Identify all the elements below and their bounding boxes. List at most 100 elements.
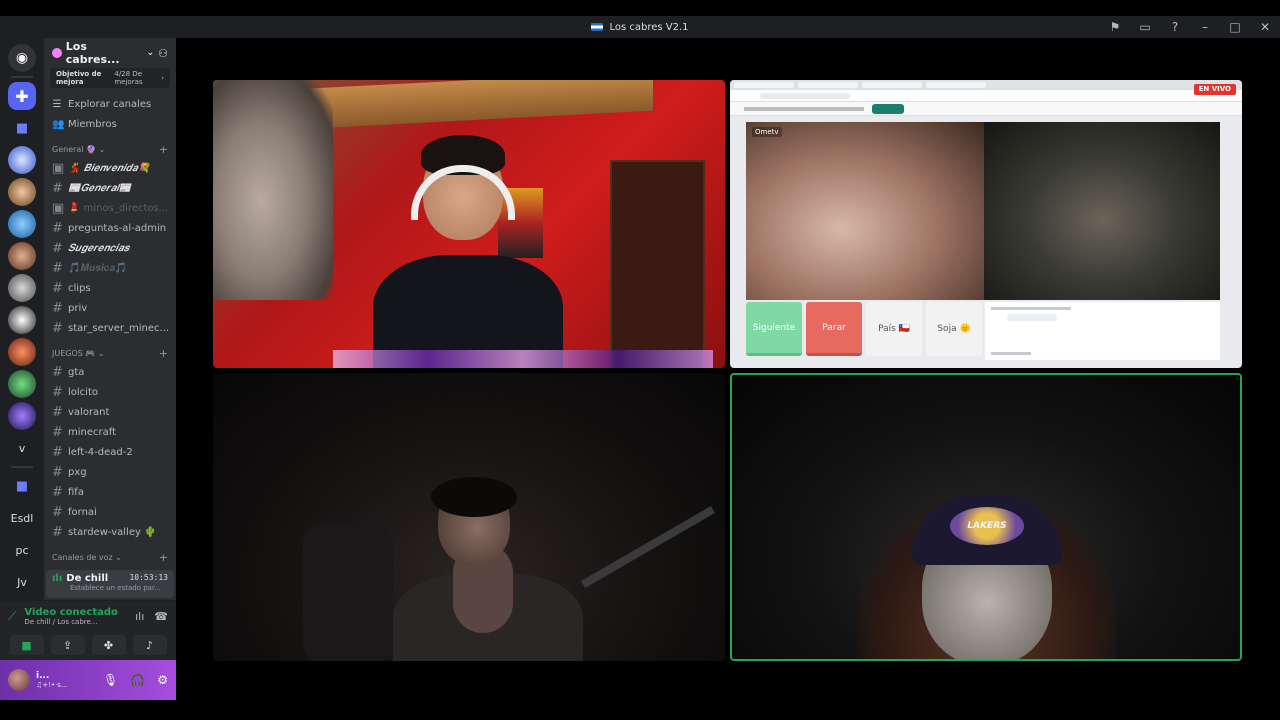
server-text-esdl[interactable]: Esdl (4, 504, 40, 532)
noise-suppression-icon[interactable]: ılı (135, 610, 144, 623)
category-juegos[interactable]: JUEGOS 🎮 ⌄ + (44, 344, 176, 362)
disconnect-icon[interactable]: ☎ (154, 610, 168, 623)
hash-icon: # (52, 384, 63, 400)
minimize-icon[interactable]: – (1190, 20, 1220, 34)
category-voz[interactable]: Canales de voz ⌄ + (44, 548, 176, 566)
channel-fifa[interactable]: # fifa (44, 482, 176, 502)
hash-icon: # (52, 300, 63, 316)
category-voz-label: Canales de voz (52, 552, 113, 562)
inbox-icon[interactable]: ▭ (1130, 20, 1160, 34)
folder-icon[interactable]: ■ (8, 114, 36, 142)
maximize-icon[interactable]: □ (1220, 20, 1250, 34)
channel-musica[interactable]: # 🎵𝑴𝒖𝒔𝒊𝒄𝒂🎵 (44, 258, 176, 278)
channel-general[interactable]: # 📰𝑮𝒆𝒏𝒆𝒓𝒂𝒍📰 (44, 178, 176, 198)
channel-label: 💄 minos_directos... (68, 202, 169, 214)
explore-channels[interactable]: ☰ Explorar canales (44, 94, 176, 114)
voice-channel-status[interactable]: Establece un estado par... (70, 584, 168, 592)
channel-label: fornai (68, 506, 97, 518)
rules-icon: ▣ (52, 160, 65, 176)
video-tile-1[interactable] (213, 80, 725, 368)
channel-preguntas[interactable]: # preguntas-al-admin (44, 218, 176, 238)
server-text-jv[interactable]: Jv (4, 568, 40, 596)
add-friend-server-icon[interactable]: ✚ (8, 82, 36, 110)
mic-arm (581, 506, 715, 588)
channel-star-server[interactable]: # star_server_minec... (44, 318, 176, 338)
hash-icon: # (52, 484, 63, 500)
channel-fornai[interactable]: # fornai (44, 502, 176, 522)
channel-label: 📰𝑮𝒆𝒏𝒆𝒓𝒂𝒍📰 (68, 182, 132, 194)
channel-left-4-dead-2[interactable]: # left-4-dead-2 (44, 442, 176, 462)
channel-label: lolcito (68, 386, 98, 398)
members[interactable]: 👥 Miembros (44, 114, 176, 134)
server-avatar-8[interactable] (8, 370, 36, 398)
channel-stardew-valley[interactable]: # stardew-valley 🌵 (44, 522, 176, 542)
server-avatar-4[interactable] (8, 242, 36, 270)
server-avatar-9[interactable] (8, 402, 36, 430)
headphones-icon[interactable]: 🎧 (130, 673, 145, 687)
channel-clips[interactable]: # clips (44, 278, 176, 298)
voice-action-buttons: ■ ⇪ ✤ ♪ (0, 631, 176, 659)
hash-icon: # (52, 504, 63, 520)
channel-label: gta (68, 366, 85, 378)
chevron-down-icon: ⌄ (146, 48, 155, 58)
ometv-controls: Siguiente Parar País 🇨🇱 Soja 🌞 (746, 302, 982, 356)
create-channel-icon[interactable]: + (159, 551, 168, 564)
channel-valorant[interactable]: # valorant (44, 402, 176, 422)
channel-bienvenida[interactable]: ▣ 💃 𝑩𝒊𝒆𝒏𝒗𝒆𝒏𝒊𝒅𝒂💐 (44, 158, 176, 178)
browser-url-bar (730, 90, 1242, 102)
channel-gta[interactable]: # gta (44, 362, 176, 382)
discord-home-icon[interactable]: ◉ (8, 44, 36, 72)
channel-label: preguntas-al-admin (68, 222, 167, 234)
channel-label: fifa (68, 486, 84, 498)
soundboard-button[interactable]: ♪ (132, 635, 167, 655)
close-icon[interactable]: ✕ (1250, 20, 1280, 34)
title-bar-controls: ⚑ ▭ ? – □ ✕ (1100, 16, 1280, 38)
server-header[interactable]: Los cabres... ⌄ ⚇ (44, 38, 176, 68)
create-channel-icon[interactable]: + (159, 347, 168, 360)
server-avatar-1[interactable] (8, 146, 36, 174)
server-text-pc[interactable]: pc (4, 536, 40, 564)
channel-label: stardew-valley 🌵 (68, 526, 157, 538)
voice-channel-timer: 10:53:13 (129, 573, 168, 582)
channel-label: minecraft (68, 426, 117, 438)
channel-priv[interactable]: # priv (44, 298, 176, 318)
video-tile-screen-share[interactable]: EN VIVO Ometv Siguiente Parar País 🇨🇱 So… (730, 80, 1242, 368)
video-tile-3[interactable] (213, 373, 725, 661)
server-avatar-3[interactable] (8, 210, 36, 238)
activities-button[interactable]: ✤ (91, 635, 126, 655)
user-name: i... (36, 671, 50, 681)
boost-goal[interactable]: Objetivo de mejora 4/28 De mejoras › (50, 68, 170, 88)
create-channel-icon[interactable]: + (159, 143, 168, 156)
flag-report-icon[interactable]: ⚑ (1100, 20, 1130, 34)
signal-icon[interactable]: ⟋ (8, 609, 16, 624)
channel-pxg[interactable]: # pxg (44, 462, 176, 482)
folder-icon[interactable]: ■ (8, 472, 36, 500)
channel-label: valorant (68, 406, 110, 418)
user-info[interactable]: i... ♫+!•·s... (36, 671, 68, 689)
avatar[interactable] (8, 669, 30, 691)
invite-people-icon[interactable]: ⚇ (158, 47, 168, 60)
voice-channel-de-chill[interactable]: ılı De chill 10:53:13 Establece un estad… (46, 570, 174, 598)
category-general[interactable]: General 🔮 ⌄ + (44, 140, 176, 158)
channel-lolcito[interactable]: # lolcito (44, 382, 176, 402)
server-avatar-2[interactable] (8, 178, 36, 206)
voice-connection-info: ⟋ Video conectado De chill / Los cabre..… (0, 601, 176, 631)
server-avatar-5[interactable] (8, 274, 36, 302)
ometv-brand: Ometv (752, 127, 782, 137)
channel-minecraft[interactable]: # minecraft (44, 422, 176, 442)
video-tile-4-speaking[interactable]: LAKERS (730, 373, 1242, 661)
gear-icon[interactable]: ⚙ (157, 673, 168, 687)
channel-minos-directos[interactable]: ▣ 💄 minos_directos... (44, 198, 176, 218)
channel-sugerencias[interactable]: # 𝑺𝒖𝒈𝒆𝒓𝒆𝒏𝒄𝒊𝒂𝒔 (44, 238, 176, 258)
microphone-icon[interactable]: 🎙 (103, 673, 118, 687)
restore-button (872, 104, 904, 114)
help-icon[interactable]: ? (1160, 20, 1190, 34)
flag-icon (591, 23, 604, 31)
server-text-v[interactable]: v (4, 434, 40, 462)
server-avatar-6[interactable] (8, 306, 36, 334)
server-avatar-7[interactable] (8, 338, 36, 366)
screen-share-button[interactable]: ⇪ (50, 635, 85, 655)
camera-button[interactable]: ■ (9, 635, 44, 655)
title-bar: Los cabres V2.1 ⚑ ▭ ? – □ ✕ (0, 16, 1280, 38)
voice-connected-subtitle[interactable]: De chill / Los cabre... (24, 618, 117, 626)
